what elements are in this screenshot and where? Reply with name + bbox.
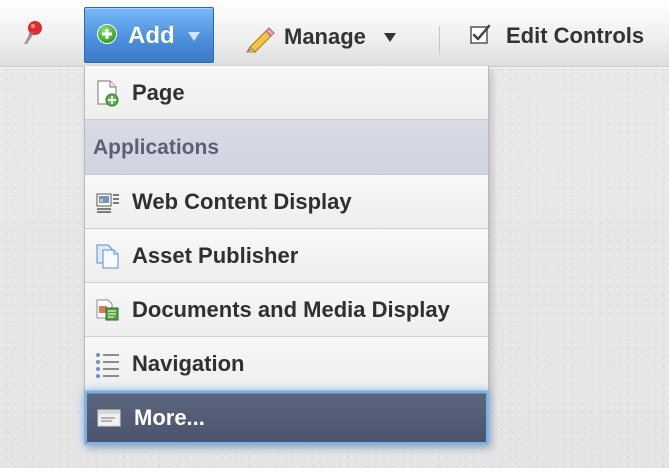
section-header-label: Applications: [93, 136, 220, 159]
documents-and-media-icon: [96, 299, 119, 320]
menu-item-label: Documents and Media Display: [132, 297, 450, 322]
menu-item-web-content-display[interactable]: Web Content Display: [85, 175, 488, 229]
menu-item-label: Page: [132, 80, 185, 105]
manage-button-label: Manage: [284, 24, 366, 49]
menu-item-label: Web Content Display: [132, 189, 352, 214]
web-content-display-icon: [96, 193, 119, 213]
menu-item-asset-publisher[interactable]: Asset Publisher: [85, 229, 488, 283]
pin-icon[interactable]: [20, 20, 44, 46]
edit-controls-label: Edit Controls: [506, 23, 645, 48]
menu-item-documents-and-media-display[interactable]: Documents and Media Display: [85, 283, 488, 337]
menu-item-label: More...: [134, 405, 205, 430]
page-add-icon: [97, 79, 119, 106]
dockbar: Add Manage Edit Controls: [0, 0, 669, 67]
menu-item-label: Navigation: [132, 351, 245, 376]
navigation-icon: [96, 352, 119, 378]
add-dropdown-menu: Page Applications Web Content Display As…: [84, 66, 489, 445]
menu-item-page[interactable]: Page: [85, 66, 488, 120]
add-button-label: Add: [128, 22, 175, 49]
more-icon: [97, 409, 121, 426]
toolbar-separator: [439, 26, 440, 54]
add-plus-icon: [97, 24, 117, 44]
pencil-icon: [246, 27, 275, 53]
menu-item-label: Asset Publisher: [132, 243, 299, 268]
applications-section-header: Applications: [85, 120, 488, 175]
asset-publisher-icon: [96, 244, 119, 268]
chevron-down-icon: [384, 33, 396, 42]
checkbox-checked-icon: [470, 24, 491, 44]
chevron-down-icon: [188, 32, 200, 41]
add-button[interactable]: Add: [84, 7, 214, 63]
menu-item-navigation[interactable]: Navigation: [85, 337, 488, 391]
menu-item-more[interactable]: More...: [85, 391, 488, 444]
